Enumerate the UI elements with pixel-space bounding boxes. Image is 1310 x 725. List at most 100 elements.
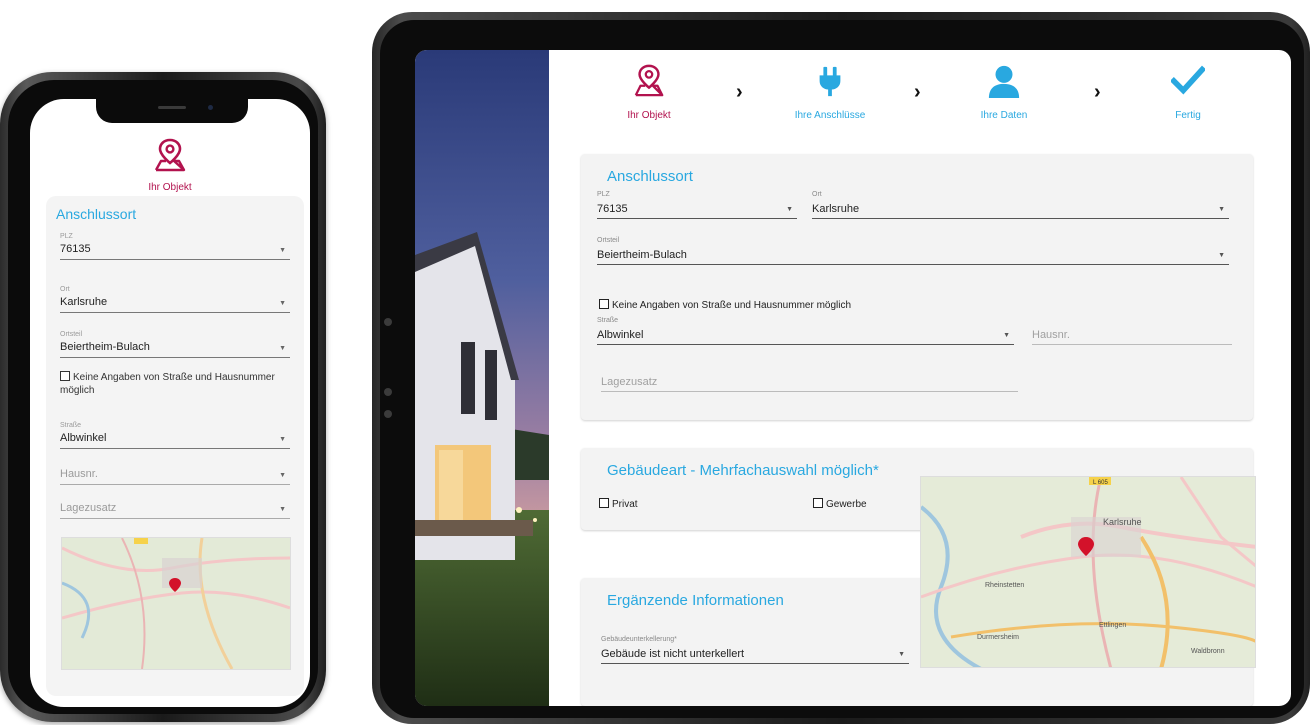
strasse-select[interactable]: Straße Albwinkel ▼: [60, 422, 290, 449]
phone-device: Ihr Objekt Anschlussort PLZ 76135 ▼ Ort …: [0, 72, 326, 722]
dropdown-arrow-icon: ▼: [279, 506, 286, 513]
ortsteil-select[interactable]: Ortsteil Beiertheim-Bulach ▼: [597, 237, 1229, 265]
field-label: PLZ: [597, 191, 610, 198]
tablet-side-button: [384, 410, 392, 418]
step-label: Ihre Daten: [980, 110, 1028, 121]
step-fertig[interactable]: Fertig: [1128, 64, 1248, 121]
dropdown-arrow-icon: ▼: [1003, 332, 1010, 339]
dropdown-arrow-icon: ▼: [279, 247, 286, 254]
privat-checkbox[interactable]: Privat: [599, 498, 638, 510]
field-label: Ortsteil: [597, 237, 620, 244]
field-value: Beiertheim-Bulach: [597, 249, 687, 261]
checkbox-box[interactable]: [813, 498, 823, 508]
map-pin-icon: [154, 138, 186, 172]
lagezusatz-select[interactable]: Lagezusatz ▼: [60, 492, 290, 519]
unterkellerung-select[interactable]: Gebäudeunterkellerung* Gebäude ist nicht…: [601, 636, 909, 664]
ort-select[interactable]: Ort Karlsruhe ▼: [60, 286, 290, 313]
plug-icon: [819, 66, 841, 97]
step-ihre-daten[interactable]: Ihre Daten: [944, 64, 1064, 121]
tablet-bezel: Ihr Objekt › Ihre Anschlüsse › Ihre Date…: [380, 20, 1304, 718]
step-ihre-anschluesse[interactable]: Ihre Anschlüsse: [770, 64, 890, 121]
ortsteil-select[interactable]: Ortsteil Beiertheim-Bulach ▼: [60, 331, 290, 358]
step-label: Ihre Anschlüsse: [794, 110, 866, 121]
field-value: Gebäude ist nicht unterkellert: [601, 648, 745, 660]
field-label: Ortsteil: [60, 331, 83, 338]
tablet-screen: Ihr Objekt › Ihre Anschlüsse › Ihre Date…: [415, 50, 1291, 706]
map-label: Waldbronn: [1191, 648, 1225, 655]
tablet-side-button: [384, 388, 392, 396]
dropdown-arrow-icon: ▼: [279, 345, 286, 352]
checkbox-label: Gewerbe: [826, 499, 867, 510]
field-placeholder: Hausnr.: [1032, 329, 1070, 341]
step-label: Ihr Objekt: [627, 110, 671, 121]
step-label: Ihr Objekt: [148, 182, 192, 193]
dropdown-arrow-icon: ▼: [1218, 206, 1225, 213]
plz-select[interactable]: PLZ 76135 ▼: [597, 191, 797, 219]
lagezusatz-input[interactable]: Lagezusatz: [601, 364, 1018, 392]
checkmark-icon: [1171, 65, 1205, 95]
map-label: Durmersheim: [977, 634, 1019, 641]
section-title: Ergänzende Informationen: [607, 592, 784, 609]
chevron-right-icon: ›: [736, 81, 743, 103]
gewerbe-checkbox[interactable]: Gewerbe: [813, 498, 867, 510]
plz-select[interactable]: PLZ 76135 ▼: [60, 233, 290, 260]
step-ihr-objekt[interactable]: Ihr Objekt: [589, 64, 709, 121]
road-badge: L 605: [1093, 480, 1108, 486]
section-title: Anschlussort: [607, 168, 693, 185]
field-label: Gebäudeunterkellerung*: [601, 636, 677, 643]
checkbox-label: Privat: [612, 499, 638, 510]
chevron-right-icon: ›: [914, 81, 921, 103]
field-placeholder: Hausnr.: [60, 468, 98, 480]
field-label: Ort: [812, 191, 822, 198]
checkbox-label: Keine Angaben von Straße und Hausnummer …: [60, 372, 275, 396]
house-photo: [415, 50, 549, 706]
field-placeholder: Lagezusatz: [60, 502, 117, 514]
checkbox-box[interactable]: [599, 498, 609, 508]
no-street-checkbox[interactable]: Keine Angaben von Straße und Hausnummer …: [599, 299, 851, 311]
tablet-device: Ihr Objekt › Ihre Anschlüsse › Ihre Date…: [372, 12, 1310, 724]
dropdown-arrow-icon: ▼: [279, 472, 286, 479]
mockup-stage: Ihr Objekt Anschlussort PLZ 76135 ▼ Ort …: [0, 0, 1310, 725]
no-street-checkbox[interactable]: Keine Angaben von Straße und Hausnummer …: [60, 371, 290, 397]
tablet-side-button: [384, 318, 392, 326]
phone-notch: [96, 99, 248, 123]
strasse-select[interactable]: Straße Albwinkel ▼: [597, 317, 1014, 345]
field-label: Straße: [597, 317, 619, 324]
dropdown-arrow-icon: ▼: [1218, 252, 1225, 259]
field-value: Karlsruhe: [812, 203, 860, 215]
checkbox-box[interactable]: [599, 299, 609, 309]
map-canvas: L 605 Karlsruhe Rheinstetten Ettlingen D…: [921, 477, 1255, 667]
location-map[interactable]: L 605 Karlsruhe Rheinstetten Ettlingen D…: [920, 476, 1256, 668]
field-value: 76135: [60, 243, 91, 255]
chevron-right-icon: ›: [1094, 81, 1101, 103]
field-value: Albwinkel: [60, 432, 107, 444]
field-value: Karlsruhe: [60, 296, 108, 308]
field-label: Ort: [60, 286, 70, 293]
phone-step-object[interactable]: Ihr Objekt: [30, 137, 310, 193]
checkbox-box[interactable]: [60, 371, 70, 381]
map-label: Ettlingen: [1099, 622, 1126, 629]
front-camera: [208, 105, 213, 110]
phone-anschlussort-card: Anschlussort PLZ 76135 ▼ Ort Karlsruhe ▼: [46, 196, 304, 696]
anschlussort-card: Anschlussort PLZ 76135 ▼ Ort Karlsruhe ▼: [581, 154, 1253, 420]
field-placeholder: Lagezusatz: [601, 376, 658, 388]
hausnr-input[interactable]: Hausnr.: [1032, 317, 1232, 345]
progress-stepper: Ihr Objekt › Ihre Anschlüsse › Ihre Date…: [549, 50, 1291, 140]
field-label: Straße: [60, 422, 82, 429]
phone-screen: Ihr Objekt Anschlussort PLZ 76135 ▼ Ort …: [30, 99, 310, 707]
ort-select[interactable]: Ort Karlsruhe ▼: [812, 191, 1229, 219]
map-canvas: [61, 537, 291, 670]
field-label: PLZ: [60, 233, 73, 240]
section-title: Anschlussort: [56, 206, 137, 222]
dropdown-arrow-icon: ▼: [786, 206, 793, 213]
location-map[interactable]: [61, 537, 291, 670]
speaker-grille: [158, 106, 186, 109]
section-title: Gebäudeart - Mehrfachauswahl möglich*: [607, 462, 879, 479]
dropdown-arrow-icon: ▼: [279, 436, 286, 443]
map-pin-icon: [634, 64, 664, 97]
field-value: Albwinkel: [597, 329, 644, 341]
step-label: Fertig: [1175, 110, 1201, 121]
field-value: 76135: [597, 203, 628, 215]
map-label: Karlsruhe: [1103, 517, 1142, 527]
hausnr-select[interactable]: Hausnr. ▼: [60, 458, 290, 485]
